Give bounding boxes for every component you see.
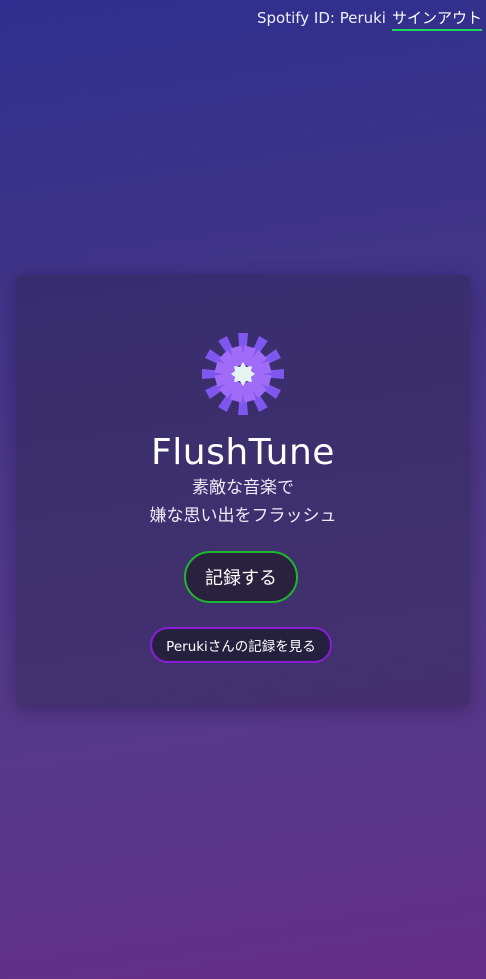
top-bar: Spotify ID: Peruki サインアウト <box>257 8 482 31</box>
view-history-button[interactable]: Perukiさんの記録を見る <box>150 627 332 663</box>
record-button[interactable]: 記録する <box>184 551 298 603</box>
main-card: FlushTune 素敵な音楽で 嫌な思い出をフラッシュ 記録する Peruki… <box>16 275 470 706</box>
app-title: FlushTune <box>151 432 335 473</box>
signout-link[interactable]: サインアウト <box>391 8 482 31</box>
flower-burst-icon <box>202 333 284 415</box>
spotify-id-label: Spotify ID: Peruki <box>256 9 386 27</box>
tagline-line-1: 素敵な音楽で <box>192 478 294 498</box>
tagline-line-2: 嫌な思い出をフラッシュ <box>149 506 337 526</box>
